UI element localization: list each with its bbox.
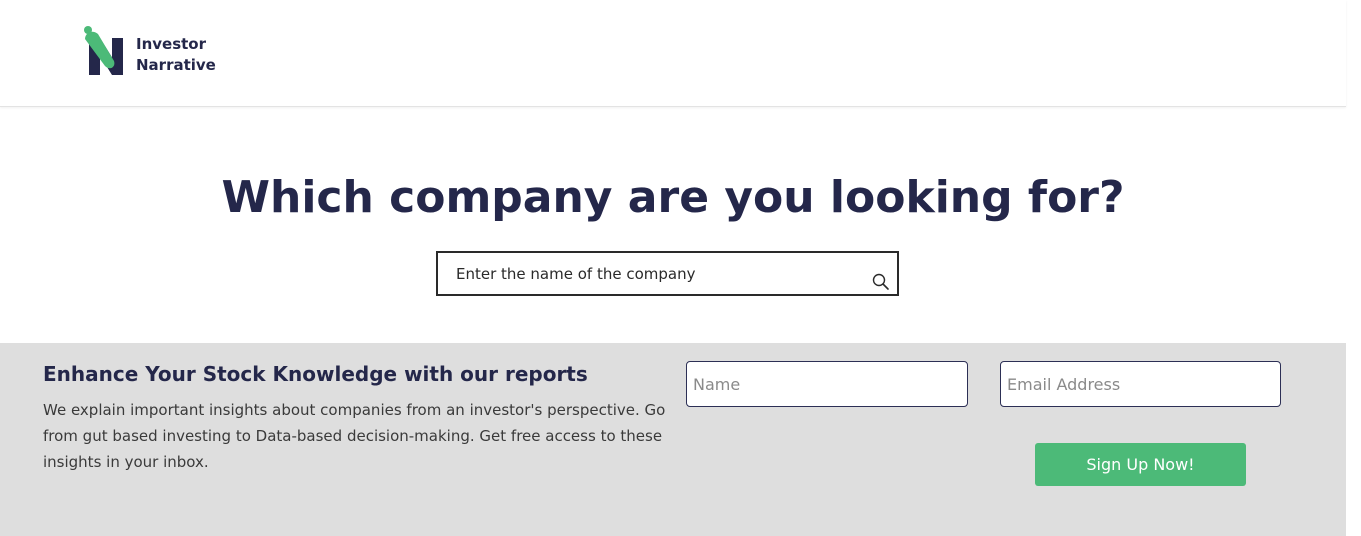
email-field[interactable] xyxy=(1000,361,1281,407)
search-icon[interactable] xyxy=(872,273,890,291)
logo-mark-icon xyxy=(84,26,123,75)
logo-text: Investor Narrative xyxy=(136,34,216,76)
logo[interactable]: Investor Narrative xyxy=(83,26,243,78)
name-field[interactable] xyxy=(686,361,968,407)
sign-up-button[interactable]: Sign Up Now! xyxy=(1035,443,1246,486)
site-header: Investor Narrative xyxy=(0,0,1346,107)
logo-text-line2: Narrative xyxy=(136,56,216,74)
newsletter-section: Enhance Your Stock Knowledge with our re… xyxy=(0,343,1346,536)
page-title: Which company are you looking for? xyxy=(221,172,1125,223)
company-search-input[interactable] xyxy=(456,253,856,294)
logo-text-line1: Investor xyxy=(136,35,207,53)
company-search-box[interactable] xyxy=(436,251,899,296)
newsletter-description: We explain important insights about comp… xyxy=(43,401,666,471)
newsletter-title: Enhance Your Stock Knowledge with our re… xyxy=(43,362,588,386)
